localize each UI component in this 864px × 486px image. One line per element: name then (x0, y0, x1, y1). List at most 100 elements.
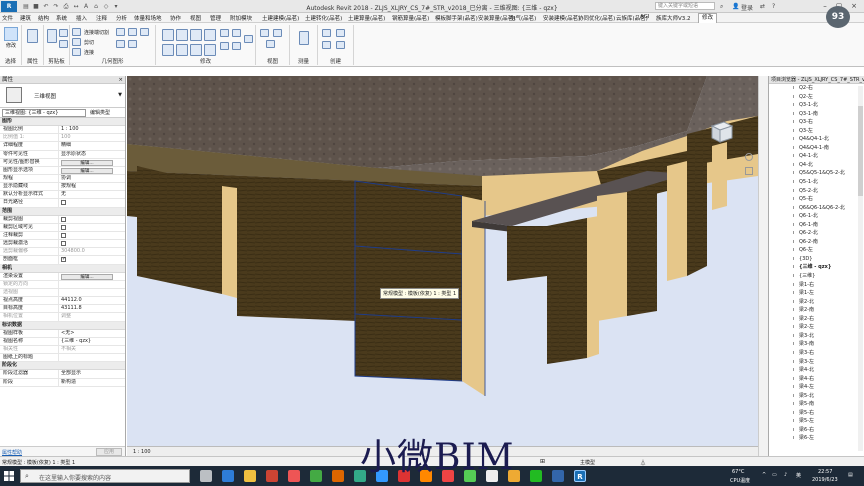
rotate-icon[interactable] (190, 44, 202, 56)
property-value[interactable] (58, 240, 125, 248)
tab-22[interactable]: AGI (640, 14, 650, 20)
browser-view-item[interactable]: Q3-右 (769, 118, 864, 127)
edit-type-button[interactable]: 编辑类型 (90, 109, 110, 117)
tab-8[interactable]: 协作 (170, 14, 181, 22)
folder-icon[interactable] (244, 470, 256, 482)
volume-icon[interactable]: ♪ (784, 472, 787, 478)
tab-14[interactable]: 土建算量(品茗) (348, 14, 385, 22)
browser-view-item[interactable]: Q4&Q4-1-北 (769, 135, 864, 144)
browser-view-item[interactable]: Q2-左 (769, 93, 864, 102)
measure-icon[interactable] (299, 31, 309, 45)
pin-icon[interactable] (220, 42, 229, 50)
override-icon[interactable] (273, 29, 282, 37)
navigation-bar[interactable] (744, 151, 754, 191)
property-value[interactable]: 协调 (58, 174, 125, 183)
notification-icon[interactable]: ▤ (848, 472, 853, 478)
property-group[interactable]: 范围 (0, 207, 125, 216)
property-checkbox[interactable] (61, 256, 66, 263)
properties-help-link[interactable]: 属性帮助 (2, 449, 22, 456)
browser-view-item[interactable]: Q2-右 (769, 84, 864, 93)
property-group[interactable]: 阶段化 (0, 362, 125, 371)
browser-view-item[interactable]: 梁6-右 (769, 426, 864, 435)
clock-date[interactable]: 2019/6/23 (812, 477, 838, 483)
property-value[interactable]: 按规程 (58, 183, 125, 191)
browser-view-item[interactable]: 梁5-左 (769, 417, 864, 426)
browser-view-item[interactable]: Q3-左 (769, 127, 864, 136)
app-icon[interactable] (310, 470, 322, 482)
browser-view-item[interactable]: {3D} (769, 255, 864, 264)
zoom-icon[interactable] (745, 167, 753, 175)
tray-arrow-icon[interactable]: ^ (762, 472, 766, 478)
cut-icon[interactable] (59, 40, 68, 48)
edit-button[interactable]: 编辑... (61, 273, 113, 280)
browser-view-item[interactable]: 梁1-左 (769, 289, 864, 298)
browser-view-item[interactable]: 梁1-右 (769, 281, 864, 290)
geometry-item[interactable]: 连接端切割 (84, 29, 109, 36)
property-group[interactable]: 相机 (0, 264, 125, 273)
browser-view-item[interactable]: 梁4-右 (769, 375, 864, 384)
property-checkbox[interactable] (61, 224, 66, 230)
app-icon[interactable] (552, 470, 564, 482)
tab-10[interactable]: 管理 (210, 14, 221, 22)
taskbar-search-input[interactable]: ⌕ 在这里输入你要搜索的内容 (20, 469, 190, 483)
browser-view-item[interactable]: 梁5-右 (769, 409, 864, 418)
tab-5[interactable]: 注释 (96, 14, 107, 22)
browser-view-item[interactable]: 梁3-右 (769, 349, 864, 358)
split-icon[interactable] (204, 44, 216, 56)
browser-view-item[interactable]: Q3-1-北 (769, 101, 864, 110)
browser-view-item[interactable]: 梁4-左 (769, 383, 864, 392)
app-icon[interactable] (332, 470, 344, 482)
geometry-item[interactable]: 剪切 (84, 39, 94, 46)
properties-icon[interactable] (27, 29, 38, 43)
property-value[interactable]: <无> (58, 329, 125, 337)
browser-view-item[interactable]: Q5-右 (769, 195, 864, 204)
property-value[interactable]: 全部显示 (58, 370, 125, 378)
tab-13[interactable]: 土建转化(品茗) (305, 14, 342, 22)
move-icon[interactable] (204, 29, 216, 41)
property-value[interactable] (58, 215, 125, 223)
hide-icon[interactable] (260, 29, 269, 37)
paste-icon[interactable] (47, 29, 57, 43)
user-icon[interactable]: 👤 (732, 3, 739, 10)
split-face-icon[interactable] (128, 28, 137, 36)
browser-view-item[interactable]: Q6-左 (769, 246, 864, 255)
create-similar-icon[interactable] (336, 41, 345, 49)
wall-joins-icon[interactable] (140, 28, 149, 36)
app-icon[interactable] (288, 470, 300, 482)
browser-view-item[interactable]: 梁2-南 (769, 306, 864, 315)
wechat-icon[interactable] (530, 470, 542, 482)
property-value[interactable] (58, 199, 125, 207)
tab-24[interactable]: 修改 (698, 13, 718, 23)
view-scale[interactable]: 1 : 100 (133, 449, 151, 455)
property-checkbox[interactable] (61, 216, 66, 222)
revit-taskbar-icon[interactable]: R (574, 470, 586, 482)
tab-11[interactable]: 附加模块 (230, 14, 252, 22)
tab-18[interactable]: 电气(品茗) (510, 14, 536, 22)
browser-view-item[interactable]: Q6-2-南 (769, 238, 864, 247)
browser-icon[interactable] (222, 470, 234, 482)
browser-view-item[interactable]: Q4-北 (769, 161, 864, 170)
property-value[interactable]: 调整 (58, 313, 125, 321)
tab-12[interactable]: 土建建模(品茗) (262, 14, 299, 22)
tab-7[interactable]: 体量和场地 (134, 14, 162, 22)
create-parts-icon[interactable] (336, 29, 345, 37)
ime-lang[interactable]: 英 (796, 472, 801, 479)
browser-view-item[interactable]: Q5&Q5-1&Q5-2-北 (769, 169, 864, 178)
edit-button[interactable]: 编辑... (61, 167, 113, 174)
property-value[interactable]: 无 (58, 191, 125, 199)
sign-in-link[interactable]: 登录 (741, 3, 753, 12)
browser-view-item[interactable]: 梁5-北 (769, 392, 864, 401)
selected-formwork[interactable] (354, 180, 463, 382)
tab-1[interactable]: 建筑 (20, 14, 31, 22)
property-value[interactable]: 编辑... (58, 158, 125, 166)
windows-start-icon[interactable] (4, 471, 14, 481)
property-value[interactable] (58, 354, 125, 362)
delete-icon[interactable] (244, 35, 253, 43)
tab-16[interactable]: 模板脚手架(品茗) (435, 14, 478, 22)
join-icon[interactable] (72, 48, 81, 56)
steering-wheel-icon[interactable] (745, 153, 753, 161)
chevron-down-icon[interactable]: ▼ (118, 92, 122, 98)
browser-view-item[interactable]: 梁2-北 (769, 298, 864, 307)
property-group[interactable]: 标识数据 (0, 321, 125, 330)
property-value[interactable]: 304800.0 (58, 248, 125, 256)
